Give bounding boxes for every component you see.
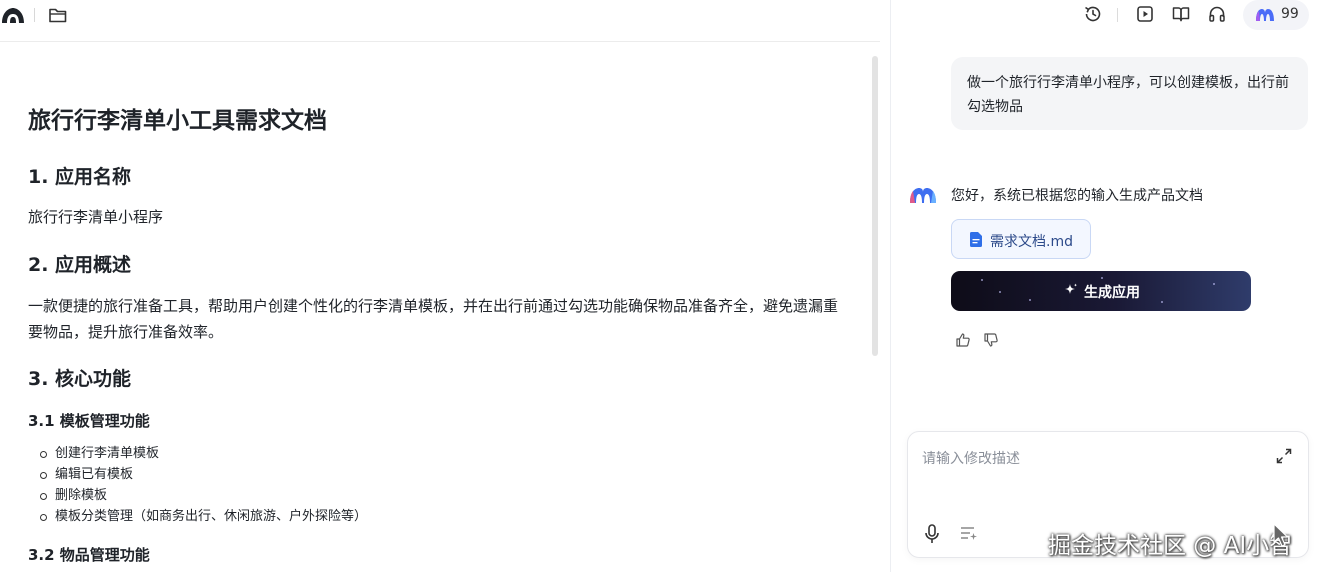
document-scrollbar[interactable] bbox=[872, 56, 878, 356]
user-message-bubble: 做一个旅行行李清单小程序，可以创建模板，出行前勾选物品 bbox=[951, 57, 1308, 130]
headphones-icon[interactable] bbox=[1207, 4, 1227, 24]
play-icon[interactable] bbox=[1135, 4, 1155, 24]
section-3-heading: 3. 核心功能 bbox=[28, 368, 132, 390]
app-logo-icon[interactable] bbox=[0, 6, 26, 24]
bot-avatar-icon bbox=[910, 188, 936, 203]
list-item: 创建行李清单模板 bbox=[40, 443, 367, 464]
chat-panel: 99 做一个旅行行李清单小程序，可以创建模板，出行前勾选物品 您好，系统已根据您… bbox=[890, 0, 1324, 572]
prompt-list-icon[interactable] bbox=[960, 525, 978, 542]
document-title: 旅行行李清单小工具需求文档 bbox=[28, 108, 327, 134]
generate-app-label: 生成应用 bbox=[1084, 285, 1140, 301]
app-window: 旅行行李清单小工具需求文档 1. 应用名称 旅行行李清单小程序 2. 应用概述 … bbox=[0, 0, 1324, 572]
watermark: 掘金技术社区 @ AI小智 bbox=[1048, 533, 1293, 559]
list-item: 删除模板 bbox=[40, 485, 367, 506]
expand-icon[interactable] bbox=[1276, 448, 1292, 464]
credits-count: 99 bbox=[1281, 6, 1299, 22]
list-item: 模板分类管理（如商务出行、休闲旅游、户外探险等） bbox=[40, 506, 367, 527]
toolbar-divider bbox=[34, 8, 35, 22]
folder-icon[interactable] bbox=[48, 6, 68, 24]
sparkle-icon bbox=[1065, 283, 1078, 294]
book-icon[interactable] bbox=[1171, 4, 1191, 24]
document-file-chip[interactable]: 需求文档.md bbox=[951, 219, 1091, 259]
thumbs-down-icon[interactable] bbox=[983, 332, 999, 348]
document-icon bbox=[970, 232, 982, 247]
mic-icon[interactable] bbox=[924, 524, 940, 544]
top-divider bbox=[1117, 8, 1118, 22]
document-panel: 旅行行李清单小工具需求文档 1. 应用名称 旅行行李清单小程序 2. 应用概述 … bbox=[0, 0, 880, 572]
list-item: 编辑已有模板 bbox=[40, 464, 367, 485]
file-name: 需求文档.md bbox=[990, 234, 1073, 250]
generate-app-button[interactable]: 生成应用 bbox=[951, 271, 1251, 311]
chat-input-placeholder: 请输入修改描述 bbox=[922, 451, 1020, 467]
thumbs-up-icon[interactable] bbox=[955, 332, 971, 348]
subsection-3-2-heading: 3.2 物品管理功能 bbox=[28, 546, 150, 564]
model-logo-icon bbox=[1256, 9, 1274, 21]
section-1-text: 旅行行李清单小程序 bbox=[28, 208, 164, 226]
section-2-heading: 2. 应用概述 bbox=[28, 254, 132, 276]
credits-badge[interactable]: 99 bbox=[1243, 0, 1309, 30]
bot-message: 您好，系统已根据您的输入生成产品文档 bbox=[951, 188, 1203, 204]
history-icon[interactable] bbox=[1083, 4, 1103, 24]
subsection-3-1-heading: 3.1 模板管理功能 bbox=[28, 412, 150, 430]
mouse-cursor-icon bbox=[1273, 523, 1289, 547]
document-toolbar bbox=[0, 0, 880, 42]
subsection-3-1-list: 创建行李清单模板 编辑已有模板 删除模板 模板分类管理（如商务出行、休闲旅游、户… bbox=[40, 443, 367, 527]
section-2-text: 一款便捷的旅行准备工具，帮助用户创建个性化的行李清单模板，并在出行前通过勾选功能… bbox=[28, 297, 839, 341]
section-1-heading: 1. 应用名称 bbox=[28, 166, 132, 188]
